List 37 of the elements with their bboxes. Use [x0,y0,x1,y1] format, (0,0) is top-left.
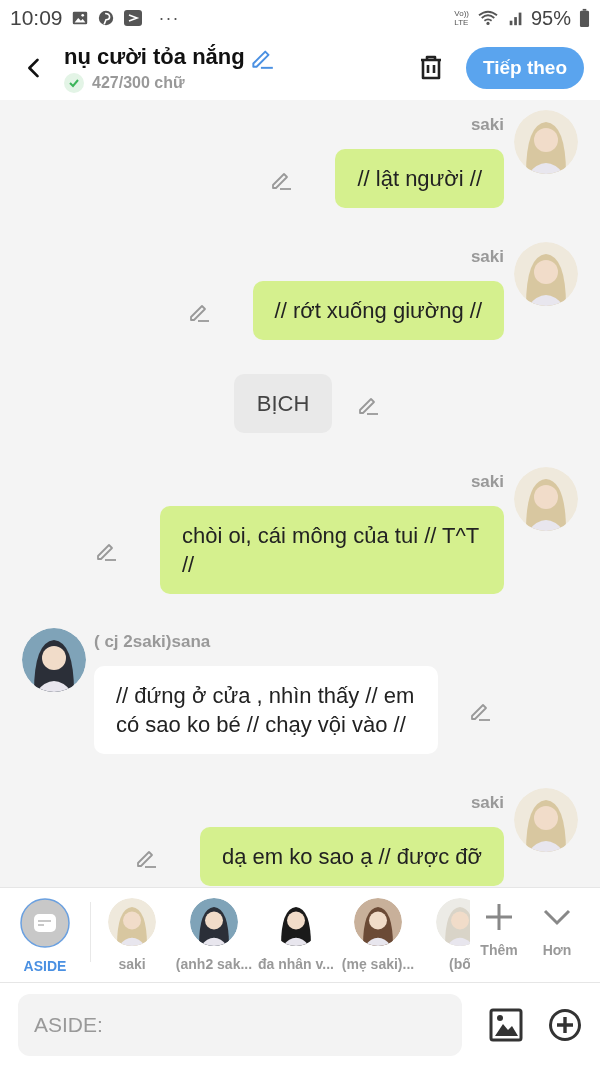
wifi-icon [476,9,499,27]
message-bubble: // đứng ở cửa , nhìn thấy // em có sao ko bé // chạy vội vào // [94,666,438,754]
play-icon [122,8,143,28]
add-button[interactable]: Thêm [470,888,528,982]
chat-bubble-icon [20,898,70,948]
next-button[interactable]: Tiếp theo [465,47,584,89]
pin-icon [96,9,115,27]
clock-time: 10:09 [10,6,63,30]
character-tab[interactable]: (mẹ saki)... [337,898,419,972]
add-circle-icon[interactable] [548,1008,582,1042]
network-label: LTE [454,18,469,27]
message-bubble: dạ em ko sao ạ // được đỡ [199,827,504,886]
sender-name: saki [470,471,504,493]
character-tab[interactable]: (bố [419,898,470,972]
character-tab[interactable]: ASIDE [0,898,90,974]
battery-percent: 95% [530,6,571,30]
more-indicator: ··· [158,7,180,29]
sender-name: saki [470,114,504,136]
sender-name: saki [470,792,504,814]
plus-icon [484,902,514,932]
more-button[interactable]: Hơn [528,888,586,982]
message-input[interactable]: ASIDE: [18,994,462,1056]
chat-title: nụ cười tỏa nắng [64,43,245,70]
sender-name: saki [470,246,504,268]
character-tab[interactable]: (anh2 sak... [173,898,255,972]
narration-bubble: BỊCH [233,374,333,433]
message-bubble: chòi oi, cái mông của tui // T^T // [160,506,504,594]
network-label: Vo)) [454,9,469,18]
sender-name: ( cj 2saki)sana [94,631,212,653]
character-tab[interactable]: saki [91,898,173,972]
message-bubble: // rớt xuống giường // [252,281,504,340]
word-count: 427/300 chữ [92,73,185,92]
image-icon [70,9,89,27]
battery-icon [579,8,590,28]
message-bubble: // lật người // [335,149,504,208]
character-tab[interactable]: đa nhân v... [255,898,337,972]
image-icon[interactable] [488,1007,524,1043]
